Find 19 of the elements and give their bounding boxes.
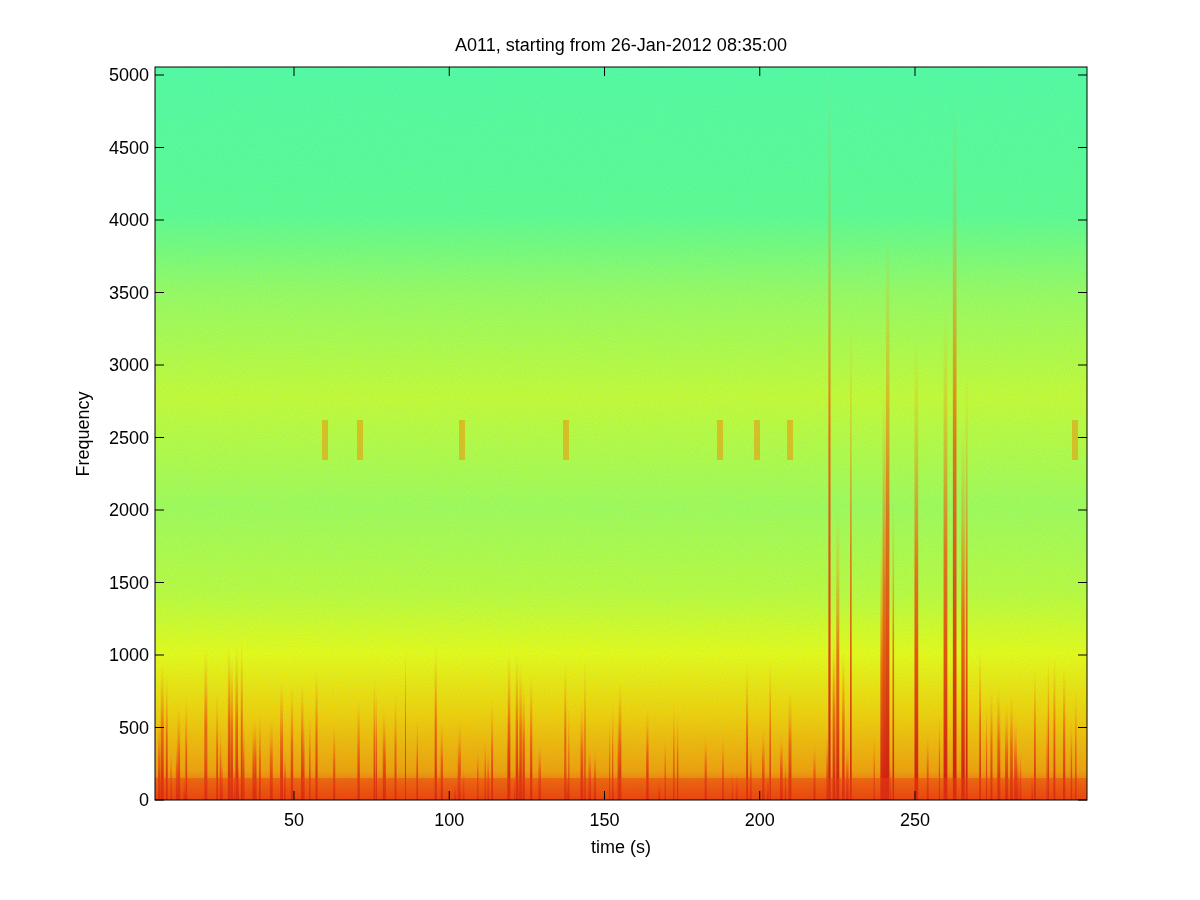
y-tick-label: 2000 (108, 500, 149, 520)
y-tick-label: 4000 (108, 210, 149, 230)
y-tick-label: 2500 (108, 427, 149, 448)
y-tick-label: 1000 (108, 645, 149, 665)
x-tick-label: 250 (900, 810, 930, 830)
y-tick-label: 500 (118, 717, 149, 738)
y-tick-label: 4500 (108, 137, 149, 158)
y-tick-label: 3000 (108, 355, 149, 375)
y-tick-label: 3500 (108, 282, 149, 303)
x-tick-label: 50 (284, 810, 304, 830)
y-tick-label: 1500 (108, 572, 149, 593)
y-tick-label: 0 (139, 790, 149, 810)
x-tick-label: 200 (744, 810, 775, 830)
x-tick-label: 150 (589, 810, 620, 830)
y-tick-label: 5000 (108, 65, 149, 85)
x-axis-label: time (s) (591, 837, 651, 857)
x-tick-label: 100 (434, 810, 465, 830)
chart-title: A011, starting from 26-Jan-2012 08:35:00 (455, 35, 787, 55)
y-axis-label: Frequency (73, 391, 93, 477)
